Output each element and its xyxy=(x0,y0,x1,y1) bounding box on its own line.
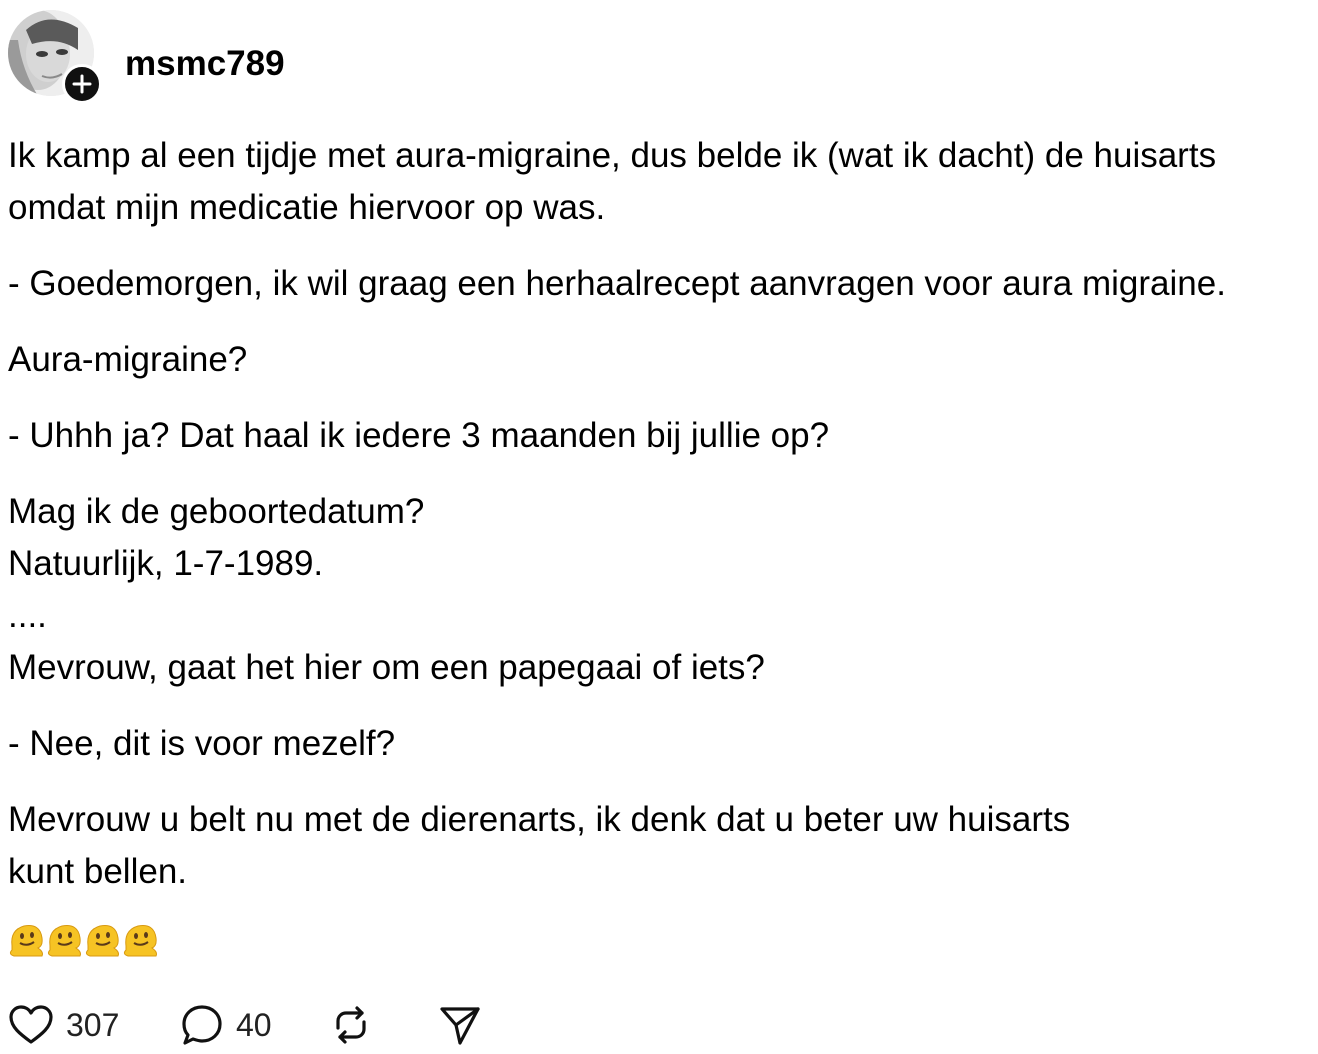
emoji-row xyxy=(8,920,160,958)
like-count: 307 xyxy=(66,1006,120,1043)
post-text-line: Aura-migraine? xyxy=(8,340,248,379)
repost-button[interactable] xyxy=(330,1004,438,1046)
share-button[interactable] xyxy=(438,1003,482,1047)
post-text-line: - Nee, dit is voor mezelf? xyxy=(8,724,396,763)
melting-face-icon xyxy=(85,925,119,957)
send-icon xyxy=(440,1007,480,1045)
avatar-container[interactable] xyxy=(8,10,102,104)
reply-button[interactable]: 40 xyxy=(180,1003,330,1047)
username[interactable]: msmc789 xyxy=(125,44,285,84)
plus-icon xyxy=(72,74,92,94)
reply-count: 40 xyxy=(236,1006,272,1043)
post-text-line: .... xyxy=(8,596,47,635)
post-text-line: - Goedemorgen, ik wil graag een herhaalr… xyxy=(8,264,1226,303)
like-button[interactable]: 307 xyxy=(8,1004,180,1046)
melting-face-icon xyxy=(47,925,81,957)
speech-bubble-icon xyxy=(182,1005,222,1045)
post-actions: 307 40 xyxy=(8,1000,482,1050)
melting-face-icon xyxy=(9,925,43,957)
post-text-line: Natuurlijk, 1-7-1989. xyxy=(8,544,324,583)
post-text-line: - Uhhh ja? Dat haal ik iedere 3 maanden … xyxy=(8,416,830,455)
post-text-line: Mevrouw, gaat het hier om een papegaai o… xyxy=(8,648,765,687)
melting-face-icon xyxy=(123,925,157,957)
post-text-line: omdat mijn medicatie hiervoor op was. xyxy=(8,188,606,227)
heart-icon xyxy=(9,1005,53,1044)
post-text-line: Mevrouw u belt nu met de dierenarts, ik … xyxy=(8,800,1071,839)
post-header: msmc789 xyxy=(8,10,285,104)
follow-button[interactable] xyxy=(62,64,102,104)
repost-icon xyxy=(336,1006,366,1044)
post-body: Ik kamp al een tijdje met aura-migraine,… xyxy=(8,130,1314,898)
post-text-line: kunt bellen. xyxy=(8,852,188,891)
post-text-line: Mag ik de geboortedatum? xyxy=(8,492,425,531)
post-text-line: Ik kamp al een tijdje met aura-migraine,… xyxy=(8,136,1217,175)
